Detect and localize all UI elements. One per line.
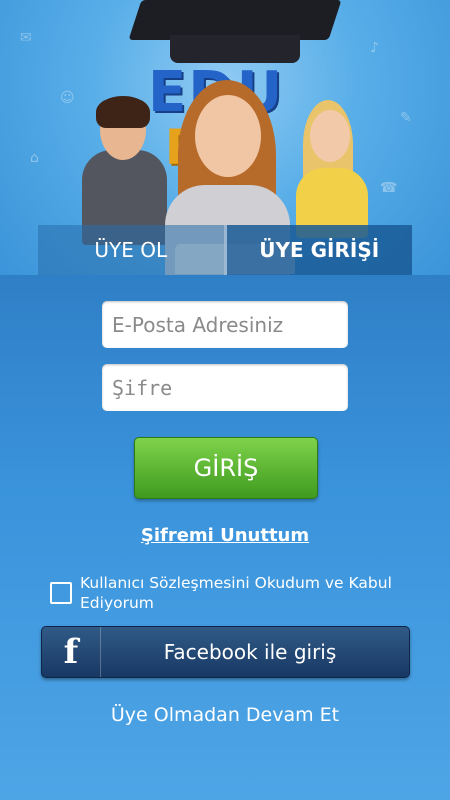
tab-register[interactable]: ÜYE OL — [38, 225, 224, 275]
facebook-login-label: Facebook ile giriş — [163, 640, 337, 664]
student-left-hair — [96, 96, 150, 128]
doodle-icon: ⌂ — [30, 150, 39, 166]
doodle-icon: ✉ — [20, 30, 32, 46]
doodle-icon: ☎ — [380, 180, 398, 196]
agreement-row: Kullanıcı Sözleşmesini Okudum ve Kabul E… — [50, 573, 420, 613]
doodle-icon: ☺ — [60, 90, 75, 106]
graduation-cap — [128, 0, 342, 40]
graduation-cap-band — [170, 35, 300, 63]
facebook-login-button[interactable]: f Facebook ile giriş — [41, 626, 410, 678]
email-input[interactable] — [102, 301, 348, 348]
forgot-password-link[interactable]: Şifremi Unuttum — [0, 525, 450, 546]
auth-tabs: ÜYE OL ÜYE GİRİŞİ — [38, 225, 412, 275]
continue-as-guest-link[interactable]: Üye Olmadan Devam Et — [0, 704, 450, 726]
doodle-icon: ♪ — [370, 40, 379, 56]
student-right-head — [310, 110, 350, 162]
student-center-head — [195, 95, 261, 177]
doodle-icon: ✎ — [400, 110, 412, 126]
password-input[interactable] — [102, 364, 348, 411]
agreement-checkbox[interactable] — [50, 582, 72, 604]
login-button[interactable]: GİRİŞ — [134, 437, 318, 499]
facebook-icon: f — [42, 627, 101, 677]
tab-login[interactable]: ÜYE GİRİŞİ — [223, 225, 412, 275]
agreement-label: Kullanıcı Sözleşmesini Okudum ve Kabul E… — [80, 574, 392, 612]
